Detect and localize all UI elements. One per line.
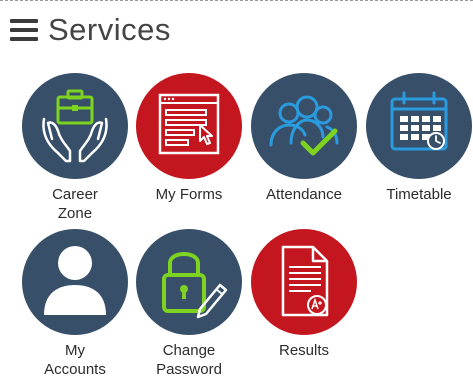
lock-icon bbox=[162, 252, 228, 319]
tile-results[interactable]: Results bbox=[248, 229, 360, 360]
hamburger-menu-icon[interactable] bbox=[10, 19, 38, 41]
career-zone-label: Career Zone bbox=[52, 186, 98, 222]
tile-timetable[interactable]: Timetable bbox=[363, 73, 473, 204]
attendance-button[interactable] bbox=[251, 73, 357, 179]
results-label: Results bbox=[278, 342, 330, 359]
change-password-button[interactable] bbox=[136, 229, 242, 335]
tile-career-zone[interactable]: Career Zone bbox=[19, 73, 131, 223]
calendar-icon bbox=[390, 91, 448, 151]
results-document-icon bbox=[281, 245, 329, 317]
my-forms-label: My Forms bbox=[155, 186, 223, 203]
tile-change-password[interactable]: Change Password bbox=[133, 229, 245, 379]
tile-my-forms[interactable]: My Forms bbox=[133, 73, 245, 204]
top-divider bbox=[0, 0, 473, 1]
tile-attendance[interactable]: Attendance bbox=[248, 73, 360, 204]
career-zone-button[interactable] bbox=[22, 73, 128, 179]
change-password-label: Change Password bbox=[156, 342, 222, 378]
page-title: Services bbox=[48, 12, 171, 47]
my-forms-button[interactable] bbox=[136, 73, 242, 179]
attendance-label: Attendance bbox=[266, 186, 342, 203]
services-header: Services bbox=[10, 10, 171, 50]
tile-my-accounts[interactable]: My Accounts bbox=[19, 229, 131, 379]
career-zone-icon bbox=[42, 89, 108, 163]
forms-icon bbox=[158, 93, 220, 155]
my-accounts-label: My Accounts bbox=[44, 342, 106, 378]
timetable-label: Timetable bbox=[386, 186, 452, 203]
timetable-button[interactable] bbox=[366, 73, 472, 179]
my-accounts-button[interactable] bbox=[22, 229, 128, 335]
attendance-icon bbox=[269, 95, 339, 156]
user-icon bbox=[44, 246, 106, 315]
results-button[interactable] bbox=[251, 229, 357, 335]
